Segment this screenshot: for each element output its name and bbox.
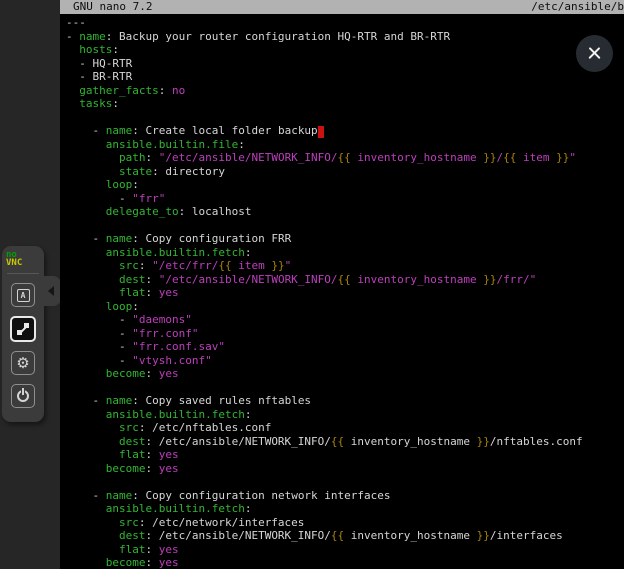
fullscreen-button[interactable] [10,316,36,342]
editor-line: gather_facts: no [66,84,624,98]
fullscreen-icon [16,322,30,336]
editor-line: tasks: [66,97,624,111]
editor-line: loop: [66,178,624,192]
panel-divider [7,273,39,274]
editor-line: flat: yes [66,448,624,462]
editor-line: ansible.builtin.file: [66,138,624,152]
close-icon [587,46,602,61]
editor-line: hosts: [66,43,624,57]
editor-line: - HQ-RTR [66,57,624,71]
vnc-control-panel: no VNC A ⚙ [2,246,44,422]
editor-line: - BR-RTR [66,70,624,84]
novnc-logo: no VNC [2,246,44,267]
editor-line: src: /etc/network/interfaces [66,516,624,530]
editor-line: dest: /etc/ansible/NETWORK_INFO/{{ inven… [66,435,624,449]
editor-line: - name: Create local folder backup [66,124,624,138]
editor-line: become: yes [66,367,624,381]
editor-line: ansible.builtin.fetch: [66,408,624,422]
editor-line: --- [66,16,624,30]
editor-line: path: "/etc/ansible/NETWORK_INFO/{{ inve… [66,151,624,165]
keyboard-button[interactable]: A [11,283,35,307]
editor-line: become: yes [66,462,624,476]
vnc-sidebar: no VNC A ⚙ [0,0,60,569]
gear-icon: ⚙ [16,356,29,371]
editor-line [66,219,624,233]
sidebar-collapse-handle[interactable] [44,276,61,306]
novnc-logo-line2: VNC [6,259,44,267]
editor-line: dest: "/etc/ansible/NETWORK_INFO/{{ inve… [66,273,624,287]
editor-line [66,475,624,489]
editor-line: - name: Copy configuration FRR [66,232,624,246]
editor-line: - "daemons" [66,313,624,327]
editor-line: - "frr.conf" [66,327,624,341]
editor-line: - name: Copy configuration network inter… [66,489,624,503]
close-button[interactable] [576,35,613,72]
editor-line: state: directory [66,165,624,179]
screen: no VNC A ⚙ GNU nano 7.2 /etc/ansib [0,0,624,569]
power-button[interactable] [11,384,35,408]
editor-line: ansible.builtin.fetch: [66,246,624,260]
editor-line [66,111,624,125]
nano-file-path: /etc/ansible/b [531,0,624,14]
settings-button[interactable]: ⚙ [11,351,35,375]
nano-titlebar: GNU nano 7.2 /etc/ansible/b [60,0,624,14]
terminal-screen[interactable]: GNU nano 7.2 /etc/ansible/b ---- name: B… [60,0,624,569]
editor-line: - "vtysh.conf" [66,354,624,368]
collapse-left-arrow-icon [48,286,54,296]
editor-line: - name: Copy saved rules nftables [66,394,624,408]
editor-line: become: yes [66,556,624,569]
editor-line: loop: [66,300,624,314]
editor-line: - "frr" [66,192,624,206]
editor-line [66,381,624,395]
editor-line: flat: yes [66,543,624,557]
editor-line: delegate_to: localhost [66,205,624,219]
editor-line: src: "/etc/frr/{{ item }}" [66,259,624,273]
editor-line: src: /etc/nftables.conf [66,421,624,435]
nano-app-title: GNU nano 7.2 [60,0,152,14]
editor-area[interactable]: ---- name: Backup your router configurat… [60,14,624,569]
power-icon [17,390,29,402]
editor-line: ansible.builtin.fetch: [66,502,624,516]
editor-line: flat: yes [66,286,624,300]
editor-line: - "frr.conf.sav" [66,340,624,354]
keycap-a-icon: A [17,289,30,302]
editor-line: - name: Backup your router configuration… [66,30,624,44]
editor-line: dest: /etc/ansible/NETWORK_INFO/{{ inven… [66,529,624,543]
